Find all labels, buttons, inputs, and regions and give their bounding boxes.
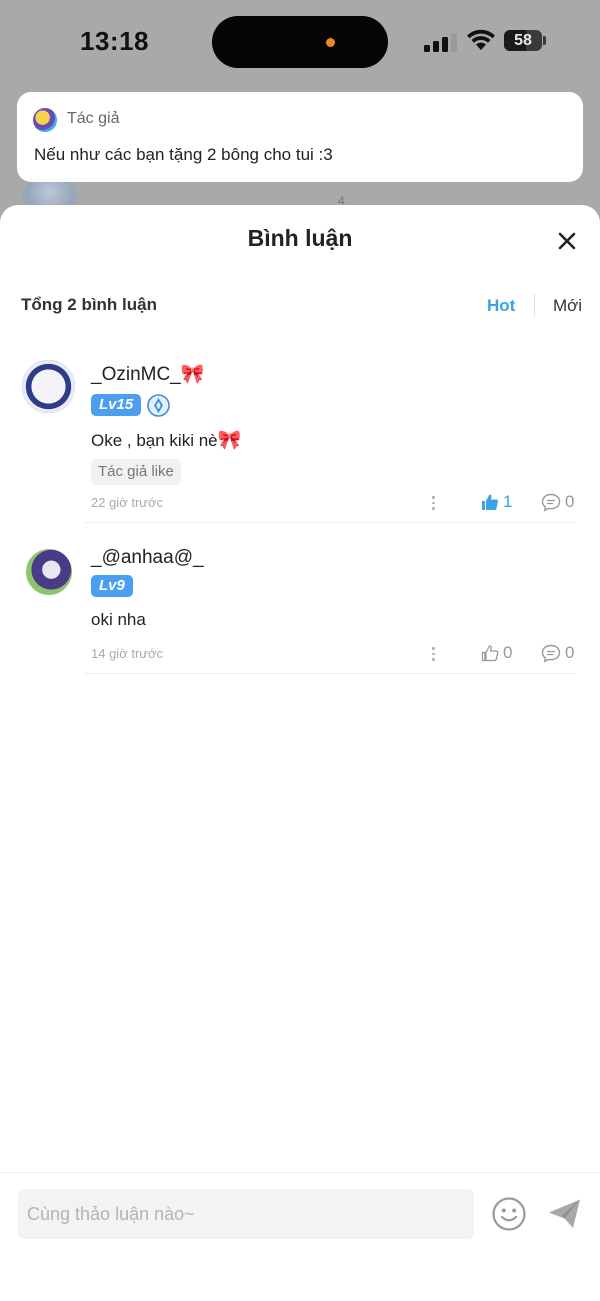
like-button[interactable]: 0 (481, 643, 512, 663)
author-avatar (33, 108, 57, 132)
sort-divider (534, 294, 535, 316)
comment-input[interactable] (18, 1189, 474, 1239)
level-badge: Lv15 (91, 394, 142, 416)
comment-username[interactable]: _@anhaa@_ (91, 547, 204, 569)
reply-button[interactable]: 0 (541, 492, 574, 512)
like-button[interactable]: 1 (481, 492, 512, 512)
avatar[interactable] (26, 549, 72, 595)
wifi-icon (467, 29, 495, 50)
status-time: 13:18 (80, 26, 149, 56)
more-vertical-icon[interactable] (430, 495, 436, 511)
cellular-signal-icon (424, 32, 458, 52)
comment-divider (84, 522, 576, 523)
comment-divider (84, 673, 576, 674)
author-notification-card[interactable]: Tác giả Nếu như các bạn tặng 2 bông cho … (17, 92, 583, 182)
comment-bubble-icon (541, 644, 561, 663)
comment-total: Tổng 2 bình luận (21, 295, 157, 314)
comments-sheet: Bình luận Tổng 2 bình luận Hot Mới _Ozin… (0, 205, 600, 1301)
username-text: _@anhaa@_ (91, 547, 204, 568)
bow-emoji: 🎀 (217, 430, 242, 451)
medal-icon (147, 394, 170, 417)
send-icon[interactable] (547, 1196, 583, 1232)
reply-count: 0 (565, 643, 575, 662)
battery-percentage: 58 (514, 32, 532, 49)
notification-message: Nếu như các bạn tặng 2 bông cho tui :3 (34, 145, 333, 164)
level-badge: Lv9 (91, 575, 133, 597)
status-bar: 13:18 58 (0, 0, 600, 84)
like-count: 1 (503, 492, 513, 511)
comment-bubble-icon (541, 493, 561, 512)
dynamic-island (212, 16, 388, 68)
comment-time: 22 giờ trước (91, 495, 163, 510)
reply-count: 0 (565, 492, 575, 511)
smiley-icon[interactable] (491, 1196, 527, 1232)
comment-text: Oke , bạn kiki nè🎀 (91, 428, 241, 452)
avatar[interactable] (22, 360, 75, 413)
author-like-tag: Tác giả like (91, 459, 181, 485)
sort-hot-tab[interactable]: Hot (487, 296, 515, 316)
thumbs-up-icon (482, 494, 499, 510)
comment-text: oki nha (91, 610, 146, 629)
comment-input-bar (0, 1172, 600, 1301)
bow-emoji: 🎀 (180, 364, 205, 385)
comment-text-body: Oke , bạn kiki nè (91, 431, 218, 450)
comment-time: 14 giờ trước (91, 646, 163, 661)
battery-icon: 58 (504, 30, 542, 51)
reply-button[interactable]: 0 (541, 643, 574, 663)
comment-username[interactable]: _OzinMC_🎀 (91, 362, 204, 386)
battery-tip (543, 36, 546, 45)
more-vertical-icon[interactable] (430, 646, 436, 662)
thumbs-up-icon (481, 645, 499, 662)
like-count: 0 (503, 643, 513, 662)
notification-author: Tác giả (67, 110, 120, 127)
username-text: _OzinMC_ (91, 364, 181, 385)
camera-indicator-icon (326, 38, 335, 47)
close-icon[interactable] (554, 228, 580, 254)
sheet-title: Bình luận (247, 225, 353, 251)
sort-new-tab[interactable]: Mới (553, 296, 582, 316)
